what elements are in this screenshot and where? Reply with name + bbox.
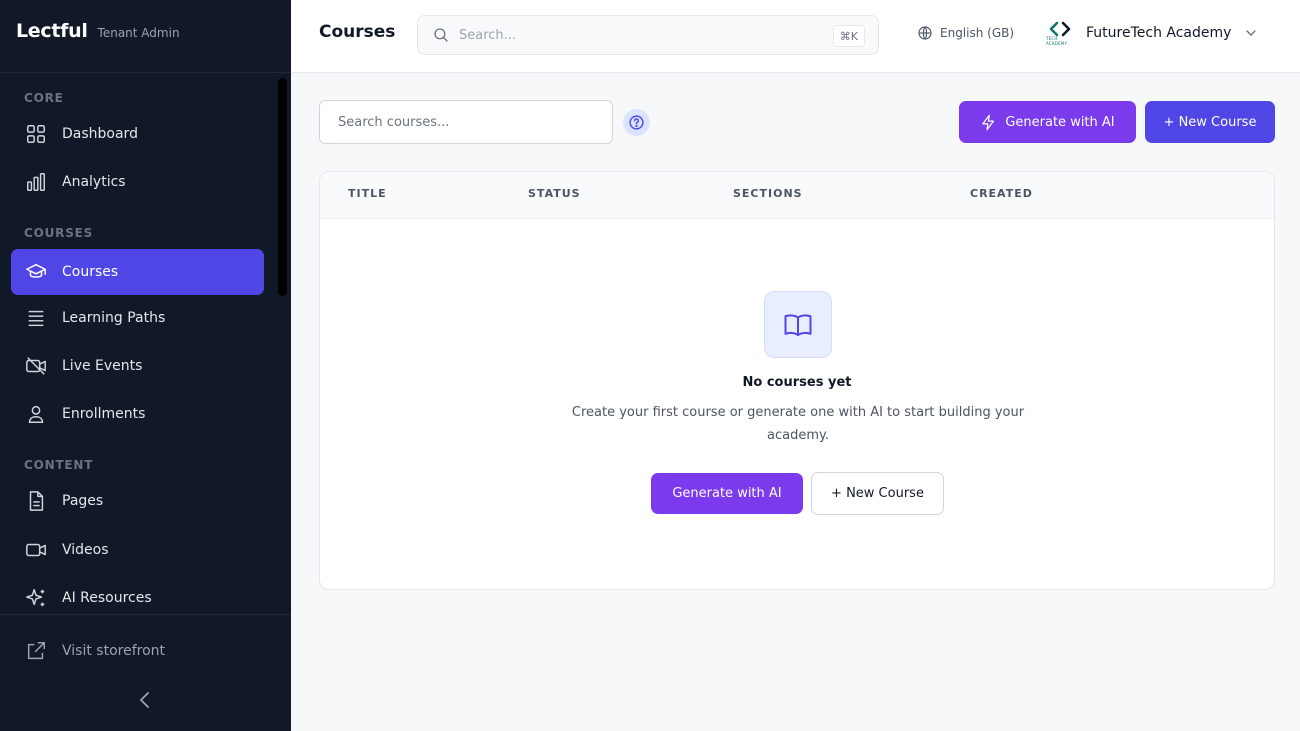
chevron-down-icon (1246, 30, 1257, 36)
sidebar-scrollbar[interactable] (278, 78, 287, 296)
sidebar-item-live-events[interactable]: Live Events (11, 343, 264, 389)
sidebar-item-label: Learning Paths (62, 310, 166, 326)
layers-icon (25, 307, 47, 329)
column-header-created[interactable]: CREATED (970, 187, 1033, 200)
column-header-status[interactable]: STATUS (528, 187, 581, 200)
help-circle-icon (629, 115, 644, 130)
sidebar-footer-divider (0, 614, 291, 615)
tenant-logo: TECH ACADEMY (1046, 19, 1074, 47)
external-link-icon (25, 640, 47, 662)
global-search[interactable]: ⌘K (417, 15, 879, 55)
brand[interactable]: Lectful Tenant Admin (16, 20, 180, 42)
search-shortcut-badge: ⌘K (832, 25, 865, 47)
sparkles-icon (25, 587, 47, 609)
courses-table: TITLE STATUS SECTIONS CREATED No courses… (319, 171, 1275, 590)
language-selector[interactable]: English (GB) (917, 25, 1014, 41)
help-button[interactable] (623, 109, 650, 136)
section-label-courses: COURSES (24, 226, 94, 240)
sidebar-item-pages[interactable]: Pages (11, 478, 264, 524)
sidebar-item-label: Enrollments (62, 406, 146, 422)
sidebar-item-label: Videos (62, 542, 109, 558)
empty-state-icon-box (764, 291, 832, 358)
user-icon (25, 403, 47, 425)
global-search-input[interactable] (459, 27, 819, 43)
section-label-core: CORE (24, 91, 64, 105)
sidebar-item-videos[interactable]: Videos (11, 527, 264, 573)
tenant-logo-text: TECH ACADEMY (1046, 36, 1068, 46)
sidebar-item-label: Analytics (62, 174, 126, 190)
top-header: Courses ⌘K English (GB) TECH ACADEMY Fut… (291, 0, 1300, 73)
collapse-sidebar-button[interactable] (134, 688, 156, 712)
empty-state-description: Create your first course or generate one… (571, 405, 1025, 443)
sidebar-item-label: Live Events (62, 358, 143, 374)
section-label-content: CONTENT (24, 458, 94, 472)
sidebar-item-learning-paths[interactable]: Learning Paths (11, 295, 264, 341)
main-content: Generate with AI + New Course TITLE STAT… (291, 73, 1300, 731)
visit-storefront-link[interactable]: Visit storefront (11, 628, 264, 674)
table-header: TITLE STATUS SECTIONS CREATED (320, 172, 1274, 219)
empty-state-title: No courses yet (742, 375, 852, 390)
sidebar-item-label: Dashboard (62, 126, 138, 142)
sidebar-item-enrollments[interactable]: Enrollments (11, 391, 264, 437)
brand-name: Lectful (16, 20, 88, 42)
bar-chart-icon (25, 171, 47, 193)
sidebar-item-label: Pages (62, 493, 104, 509)
brand-subtitle: Tenant Admin (97, 26, 180, 40)
empty-generate-with-ai-button[interactable]: Generate with AI (651, 473, 803, 514)
sidebar-item-courses[interactable]: Courses (11, 249, 264, 295)
column-header-sections[interactable]: SECTIONS (733, 187, 803, 200)
sidebar-item-label: Courses (62, 264, 119, 280)
lightning-icon (982, 114, 995, 130)
empty-new-course-button[interactable]: + New Course (811, 472, 944, 515)
video-off-icon (25, 355, 47, 377)
sidebar: Lectful Tenant Admin CORE Dashboard Anal… (0, 0, 291, 731)
column-header-title[interactable]: TITLE (348, 187, 387, 200)
video-icon (25, 539, 47, 561)
search-icon (434, 28, 448, 42)
sidebar-item-dashboard[interactable]: Dashboard (11, 111, 264, 157)
course-search-input[interactable] (319, 100, 613, 144)
globe-icon (918, 26, 932, 40)
tenant-switcher[interactable]: TECH ACADEMY FutureTech Academy (1046, 19, 1259, 47)
sidebar-item-label: AI Resources (62, 590, 152, 606)
graduation-cap-icon (25, 261, 47, 283)
sidebar-item-analytics[interactable]: Analytics (11, 159, 264, 205)
file-icon (25, 490, 47, 512)
tenant-name: FutureTech Academy (1086, 25, 1232, 41)
generate-with-ai-button[interactable]: Generate with AI (959, 101, 1136, 143)
grid-icon (25, 123, 47, 145)
chevron-left-icon (139, 692, 149, 708)
open-book-icon (784, 313, 812, 336)
language-label: English (GB) (940, 26, 1015, 40)
visit-storefront-label: Visit storefront (62, 643, 165, 659)
new-course-button[interactable]: + New Course (1145, 101, 1275, 143)
generate-with-ai-label: Generate with AI (1005, 114, 1115, 130)
sidebar-divider (0, 72, 291, 73)
page-title: Courses (319, 22, 396, 42)
